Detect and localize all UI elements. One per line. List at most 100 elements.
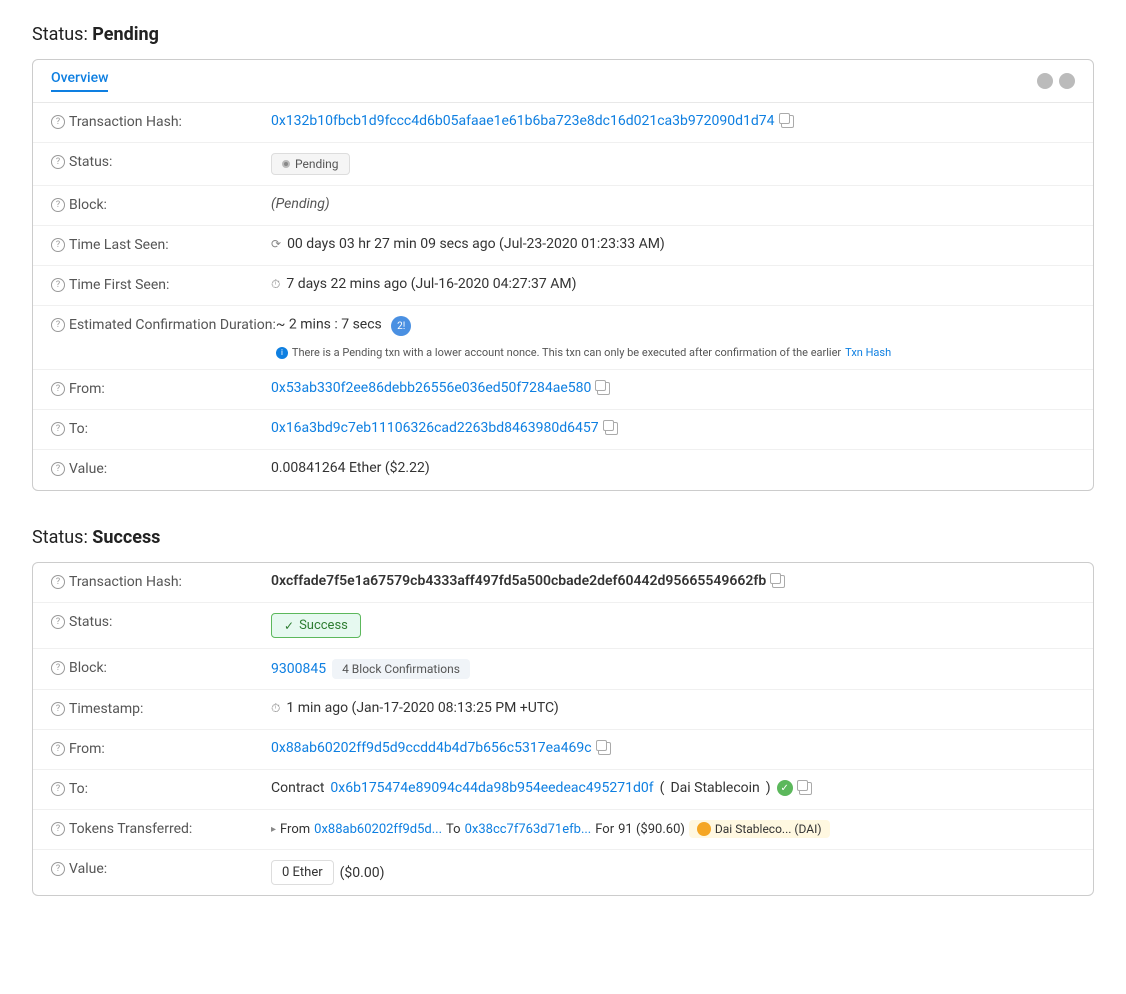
success-badge: ✓ Success <box>271 613 361 638</box>
copy-icon[interactable] <box>772 575 785 588</box>
pending-dot <box>282 160 290 168</box>
to-label: ? To: <box>51 420 271 437</box>
success-to-row: ? To: Contract 0x6b175474e89094c44da98b9… <box>33 770 1093 810</box>
success-from-value: 0x88ab60202ff9d5d9ccdd4b4d7b656c5317ea46… <box>271 740 1075 756</box>
timestamp-row: ? Timestamp: ⏱ 1 min ago (Jan-17-2020 08… <box>33 690 1093 730</box>
value-label: ? Value: <box>51 460 271 477</box>
overview-tab[interactable]: Overview <box>51 70 108 92</box>
success-tx-hash-link[interactable]: 0xcffade7f5e1a67579cb4333aff497fd5a500cb… <box>271 573 766 589</box>
block-value: (Pending) <box>271 196 1075 212</box>
question-icon: ? <box>51 702 65 716</box>
card-header: Overview <box>33 60 1093 103</box>
token-from-link[interactable]: 0x88ab60202ff9d5d... <box>314 822 442 837</box>
txn-hash-link[interactable]: Txn Hash <box>845 346 891 359</box>
dai-token-badge: Dai Stableco... (DAI) <box>689 820 830 838</box>
success-tx-hash-value: 0xcffade7f5e1a67579cb4333aff497fd5a500cb… <box>271 573 1075 589</box>
tx-hash-label: ? Transaction Hash: <box>51 113 271 130</box>
timestamp-label: ? Timestamp: <box>51 700 271 717</box>
value-display: 0.00841264 Ether ($2.22) <box>271 460 1075 476</box>
from-label: ? From: <box>51 740 271 757</box>
success-value-row: ? Value: 0 Ether ($0.00) <box>33 850 1093 895</box>
success-value-display: 0 Ether ($0.00) <box>271 860 1075 885</box>
spinner-icon: ⟳ <box>271 237 281 251</box>
time-first-seen-row: ? Time First Seen: ⏱ 7 days 22 mins ago … <box>33 266 1093 306</box>
pending-to-row: ? To: 0x16a3bd9c7eb11106326cad2263bd8463… <box>33 410 1093 450</box>
block-label: ? Block: <box>51 659 271 676</box>
success-to-value: Contract 0x6b175474e89094c44da98b954eede… <box>271 780 1075 796</box>
block-label: ? Block: <box>51 196 271 213</box>
pending-title: Status: Pending <box>32 24 1094 45</box>
time-last-value: ⟳ 00 days 03 hr 27 min 09 secs ago (Jul-… <box>271 236 1075 252</box>
warning-note: i There is a Pending txn with a lower ac… <box>276 346 891 359</box>
pending-section: Status: Pending Overview ? Transaction H… <box>32 24 1094 491</box>
question-icon: ? <box>51 782 65 796</box>
confirmation-value: ~ 2 mins : 7 secs 2! i There is a Pendin… <box>276 316 1075 359</box>
pending-status-row: ? Status: Pending <box>33 143 1093 186</box>
circle-1 <box>1037 73 1053 89</box>
pending-tx-hash-row: ? Transaction Hash: 0x132b10fbcb1d9fccc4… <box>33 103 1093 143</box>
tx-hash-label: ? Transaction Hash: <box>51 573 271 590</box>
question-icon: ? <box>51 115 65 129</box>
check-icon: ✓ <box>284 619 294 633</box>
pending-badge: Pending <box>271 153 350 175</box>
success-title: Status: Success <box>32 527 1094 548</box>
question-icon: ? <box>51 318 65 332</box>
question-icon: ? <box>51 462 65 476</box>
question-icon: ? <box>51 615 65 629</box>
contract-link[interactable]: 0x6b175474e89094c44da98b954eedeac495271d… <box>330 780 653 796</box>
to-address-link[interactable]: 0x16a3bd9c7eb11106326cad2263bd8463980d64… <box>271 420 599 436</box>
clock-icon: ⏱ <box>271 277 280 292</box>
question-icon: ? <box>51 742 65 756</box>
question-icon: ? <box>51 198 65 212</box>
copy-icon[interactable] <box>598 742 611 755</box>
question-icon: ? <box>51 238 65 252</box>
confirmation-duration-row: ? Estimated Confirmation Duration: ~ 2 m… <box>33 306 1093 370</box>
dai-coin-icon <box>697 822 711 836</box>
pending-from-row: ? From: 0x53ab330f2ee86debb26556e036ed50… <box>33 370 1093 410</box>
question-icon: ? <box>51 661 65 675</box>
success-tx-hash-row: ? Transaction Hash: 0xcffade7f5e1a67579c… <box>33 563 1093 603</box>
block-pending-text: (Pending) <box>271 196 330 212</box>
pending-block-row: ? Block: (Pending) <box>33 186 1093 226</box>
status-value: Pending <box>271 153 1075 175</box>
timestamp-value: ⏱ 1 min ago (Jan-17-2020 08:13:25 PM +UT… <box>271 700 1075 716</box>
from-label: ? From: <box>51 380 271 397</box>
pending-card: Overview ? Transaction Hash: 0x132b10fbc… <box>32 59 1094 491</box>
question-icon: ? <box>51 382 65 396</box>
copy-icon[interactable] <box>799 782 812 795</box>
status-label: ? Status: <box>51 613 271 630</box>
value-label: ? Value: <box>51 860 271 877</box>
success-card: ? Transaction Hash: 0xcffade7f5e1a67579c… <box>32 562 1094 896</box>
tokens-label: ? Tokens Transferred: <box>51 820 271 837</box>
success-section: Status: Success ? Transaction Hash: 0xcf… <box>32 527 1094 896</box>
arrow-icon: ▸ <box>271 824 276 835</box>
to-value: 0x16a3bd9c7eb11106326cad2263bd8463980d64… <box>271 420 1075 436</box>
status-label: ? Status: <box>51 153 271 170</box>
copy-icon[interactable] <box>781 115 794 128</box>
token-to-link[interactable]: 0x38cc7f763d71efb... <box>465 822 592 837</box>
clock-icon: ⏱ <box>271 701 280 716</box>
question-icon: ? <box>51 155 65 169</box>
confirmation-label: ? Estimated Confirmation Duration: <box>51 316 276 333</box>
tx-hash-link[interactable]: 0x132b10fbcb1d9fccc4d6b05afaae1e61b6ba72… <box>271 113 775 129</box>
pending-value-row: ? Value: 0.00841264 Ether ($2.22) <box>33 450 1093 490</box>
ether-value-box: 0 Ether <box>271 860 334 885</box>
circle-2 <box>1059 73 1075 89</box>
copy-icon[interactable] <box>597 382 610 395</box>
question-icon: ? <box>51 822 65 836</box>
success-block-row: ? Block: 9300845 4 Block Confirmations <box>33 649 1093 690</box>
tokens-transferred-row: ? Tokens Transferred: ▸ From 0x88ab60202… <box>33 810 1093 850</box>
from-value: 0x53ab330f2ee86debb26556e036ed50f7284ae5… <box>271 380 1075 396</box>
success-from-link[interactable]: 0x88ab60202ff9d5d9ccdd4b4d7b656c5317ea46… <box>271 740 592 756</box>
success-from-row: ? From: 0x88ab60202ff9d5d9ccdd4b4d7b656c… <box>33 730 1093 770</box>
from-address-link[interactable]: 0x53ab330f2ee86debb26556e036ed50f7284ae5… <box>271 380 591 396</box>
block-number-link[interactable]: 9300845 <box>271 661 326 677</box>
success-status-row: ? Status: ✓ Success <box>33 603 1093 649</box>
question-icon: ? <box>51 278 65 292</box>
time-last-label: ? Time Last Seen: <box>51 236 271 253</box>
tokens-value: ▸ From 0x88ab60202ff9d5d... To 0x38cc7f7… <box>271 820 1075 838</box>
info-badge: 2! <box>391 316 411 336</box>
verified-icon: ✓ <box>777 780 793 796</box>
copy-icon[interactable] <box>605 422 618 435</box>
confirmations-badge: 4 Block Confirmations <box>332 659 470 679</box>
